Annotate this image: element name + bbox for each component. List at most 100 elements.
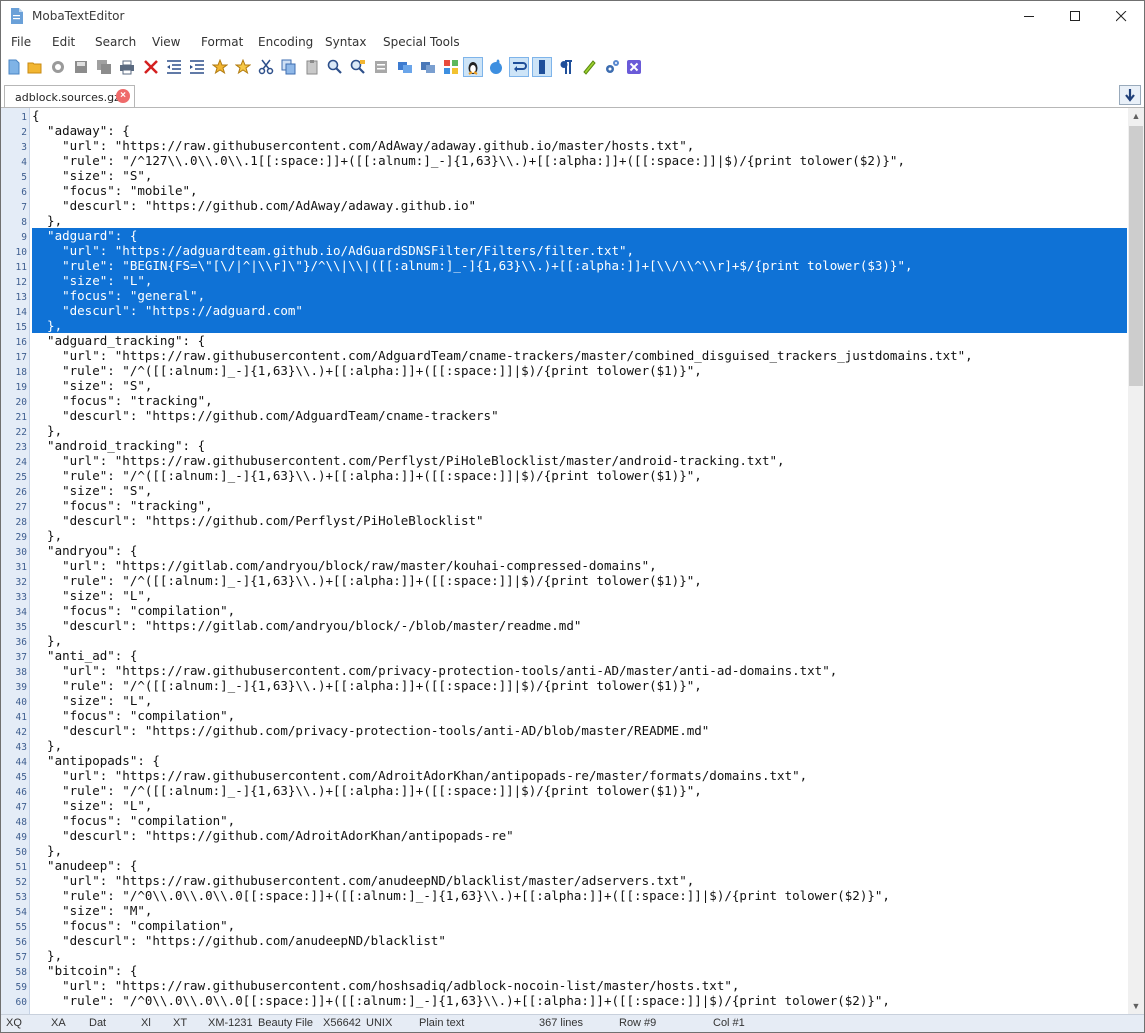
paragraph-icon[interactable] [556, 57, 576, 77]
code-line[interactable]: "focus": "tracking", [32, 393, 213, 408]
code-line[interactable]: { [32, 108, 40, 123]
save-icon[interactable] [71, 57, 91, 77]
code-line[interactable]: }, [32, 213, 62, 228]
code-line[interactable]: "url": "https://raw.githubusercontent.co… [32, 873, 694, 888]
find-icon[interactable] [325, 57, 345, 77]
code-line[interactable]: "rule": "BEGIN{FS=\"[\/|^|\\r]\"}/^\\|\\… [32, 258, 912, 273]
code-line[interactable]: }, [32, 843, 62, 858]
code-line[interactable]: "rule": "/^([[:alnum:]_-]{1,63}\\.)+[[:a… [32, 783, 702, 798]
code-line[interactable]: "url": "https://raw.githubusercontent.co… [32, 663, 837, 678]
menu-format[interactable]: Format [201, 35, 243, 49]
code-line[interactable]: "focus": "compilation", [32, 813, 235, 828]
code-line[interactable]: "rule": "/^0\\.0\\.0\\.0[[:space:]]+([[:… [32, 888, 890, 903]
open-folder-icon[interactable] [25, 57, 45, 77]
code-line[interactable]: }, [32, 948, 62, 963]
linux-eol-icon[interactable] [463, 57, 483, 77]
copy-icon[interactable] [279, 57, 299, 77]
code-line[interactable]: "andryou": { [32, 543, 137, 558]
code-line[interactable]: "focus": "mobile", [32, 183, 197, 198]
highlighter-icon[interactable] [579, 57, 599, 77]
code-line[interactable]: "adguard": { [32, 228, 137, 243]
code-line[interactable]: "descurl": "https://github.com/AdguardTe… [32, 408, 499, 423]
menu-file[interactable]: File [11, 35, 31, 49]
paste-icon[interactable] [302, 57, 322, 77]
code-line[interactable]: "rule": "/^([[:alnum:]_-]{1,63}\\.)+[[:a… [32, 468, 702, 483]
print-icon[interactable] [117, 57, 137, 77]
new-file-icon[interactable] [4, 57, 24, 77]
settings-icon[interactable] [602, 57, 622, 77]
code-line[interactable]: "adaway": { [32, 123, 130, 138]
menu-special-tools[interactable]: Special Tools [383, 35, 460, 49]
code-line[interactable]: "antipopads": { [32, 753, 160, 768]
code-line[interactable]: "descurl": "https://github.com/privacy-p… [32, 723, 709, 738]
code-line[interactable]: }, [32, 423, 62, 438]
code-line[interactable]: "url": "https://raw.githubusercontent.co… [32, 453, 784, 468]
windows-eol-icon[interactable] [395, 57, 415, 77]
wrap-icon[interactable] [509, 57, 529, 77]
code-line[interactable]: "anti_ad": { [32, 648, 137, 663]
code-line[interactable]: }, [32, 318, 62, 333]
code-line[interactable]: "android_tracking": { [32, 438, 205, 453]
menu-encoding[interactable]: Encoding [258, 35, 313, 49]
indent-left-icon[interactable] [164, 57, 184, 77]
code-line[interactable]: "size": "S", [32, 378, 152, 393]
code-line[interactable]: "rule": "/^([[:alnum:]_-]{1,63}\\.)+[[:a… [32, 363, 702, 378]
code-line[interactable]: "descurl": "https://github.com/AdroitAdo… [32, 828, 514, 843]
code-line[interactable]: "url": "https://adguardteam.github.io/Ad… [32, 243, 634, 258]
vertical-scrollbar[interactable]: ▲ ▼ [1128, 108, 1144, 1014]
bookmark-icon[interactable] [210, 57, 230, 77]
code-line[interactable]: "size": "L", [32, 798, 152, 813]
code-line[interactable]: "url": "https://raw.githubusercontent.co… [32, 348, 973, 363]
code-line[interactable]: "focus": "compilation", [32, 918, 235, 933]
indent-right-icon[interactable] [187, 57, 207, 77]
tab-close-icon[interactable]: × [116, 89, 130, 103]
code-line[interactable]: "url": "https://raw.githubusercontent.co… [32, 768, 807, 783]
column-icon[interactable] [532, 57, 552, 77]
minimize-button[interactable] [1006, 1, 1052, 32]
menu-view[interactable]: View [152, 35, 180, 49]
compare-icon[interactable] [371, 57, 391, 77]
windows-flag-icon[interactable] [418, 57, 438, 77]
cut-icon[interactable] [256, 57, 276, 77]
code-line[interactable]: "url": "https://raw.githubusercontent.co… [32, 978, 739, 993]
reload-icon[interactable] [48, 57, 68, 77]
code-line[interactable]: "rule": "/^([[:alnum:]_-]{1,63}\\.)+[[:a… [32, 678, 702, 693]
tab-adblock-sources[interactable]: adblock.sources.gz × [4, 85, 135, 107]
code-line[interactable]: "descurl": "https://github.com/AdAway/ad… [32, 198, 476, 213]
code-line[interactable]: "url": "https://gitlab.com/andryou/block… [32, 558, 657, 573]
code-line[interactable]: "focus": "compilation", [32, 603, 235, 618]
code-line[interactable]: "focus": "tracking", [32, 498, 213, 513]
menu-search[interactable]: Search [95, 35, 136, 49]
close-window-button[interactable] [1098, 1, 1144, 32]
code-line[interactable]: "url": "https://raw.githubusercontent.co… [32, 138, 694, 153]
mac-eol-icon[interactable] [486, 57, 506, 77]
code-line[interactable]: "bitcoin": { [32, 963, 137, 978]
bookmark-next-icon[interactable] [233, 57, 253, 77]
code-line[interactable]: "size": "M", [32, 903, 152, 918]
scrollbar-thumb[interactable] [1129, 126, 1143, 386]
scroll-up-icon[interactable]: ▲ [1128, 108, 1144, 124]
windows-logo-icon[interactable] [441, 57, 461, 77]
code-editor[interactable]: 1 2 3 4 5 6 7 8 9 10 11 12 13 14 15 16 17 18 19 20 21 22 23 24 2… [1, 108, 1128, 1014]
code-line[interactable]: "focus": "general", [32, 288, 205, 303]
code-line[interactable]: "anudeep": { [32, 858, 137, 873]
close-x-icon[interactable] [624, 57, 644, 77]
code-line[interactable]: }, [32, 738, 62, 753]
close-file-icon[interactable] [141, 57, 161, 77]
code-line[interactable]: "size": "L", [32, 273, 152, 288]
save-all-icon[interactable] [94, 57, 114, 77]
menu-edit[interactable]: Edit [52, 35, 75, 49]
code-line[interactable]: "size": "L", [32, 588, 152, 603]
code-line[interactable]: "descurl": "https://github.com/anudeepND… [32, 933, 446, 948]
code-line[interactable]: "rule": "/^127\\.0\\.0\\.1[[:space:]]+([… [32, 153, 905, 168]
code-line[interactable]: "descurl": "https://gitlab.com/andryou/b… [32, 618, 581, 633]
code-line[interactable]: "rule": "/^0\\.0\\.0\\.0[[:space:]]+([[:… [32, 993, 890, 1008]
code-line[interactable]: }, [32, 528, 62, 543]
code-line[interactable]: "size": "S", [32, 168, 152, 183]
code-line[interactable]: "size": "L", [32, 693, 152, 708]
code-line[interactable]: }, [32, 633, 62, 648]
code-line[interactable]: "adguard_tracking": { [32, 333, 205, 348]
code-line[interactable]: "rule": "/^([[:alnum:]_-]{1,63}\\.)+[[:a… [32, 573, 702, 588]
menu-syntax[interactable]: Syntax [325, 35, 366, 49]
scroll-down-icon[interactable]: ▼ [1128, 998, 1144, 1014]
